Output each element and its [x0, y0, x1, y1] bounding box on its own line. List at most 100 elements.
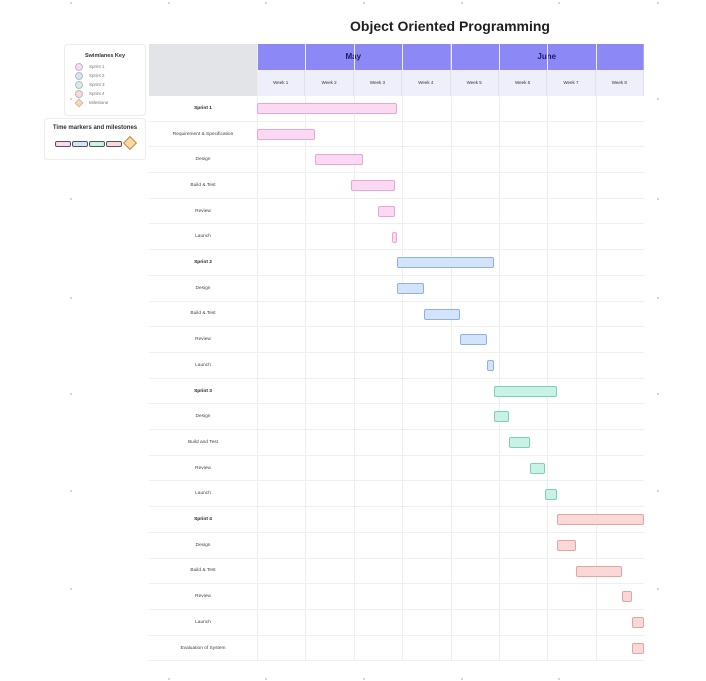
- task-bar[interactable]: [494, 385, 557, 397]
- key-item-label: Sprint 3: [89, 82, 105, 88]
- task-label: Design: [195, 542, 211, 548]
- task-label: Review: [195, 594, 211, 600]
- week-header: Week 3: [353, 70, 403, 96]
- task-label: Review: [195, 208, 211, 214]
- key-item-label: Sprint 2: [89, 73, 105, 79]
- task-bar[interactable]: [377, 205, 395, 217]
- week-header: Week 5: [450, 70, 499, 96]
- task-label: Evaluation of System: [180, 645, 226, 651]
- task-row: Launch: [149, 610, 644, 636]
- week-header: Week 4: [402, 70, 451, 96]
- canvas-dot: [363, 678, 365, 680]
- chart-title: Object Oriented Programming: [350, 18, 550, 34]
- canvas-dot: [265, 678, 267, 680]
- task-bar[interactable]: [397, 257, 495, 269]
- canvas-dot: [657, 393, 659, 395]
- canvas-dot: [461, 678, 463, 680]
- task-label: Sprint 4: [194, 517, 212, 523]
- canvas-dot: [657, 490, 659, 492]
- key-item-label: Milestone: [89, 100, 109, 106]
- swimlane-color-icon: [75, 81, 83, 89]
- time-markers-panel: Time markers and milestones: [44, 118, 146, 160]
- canvas-dot: [70, 393, 72, 395]
- swimlane-color-icon: [75, 90, 83, 98]
- canvas-dot: [657, 98, 659, 100]
- task-label: Design: [195, 414, 211, 420]
- canvas-dot: [657, 2, 659, 4]
- task-bar[interactable]: [622, 591, 632, 603]
- task-row: Design: [149, 147, 644, 174]
- task-row: Launch: [149, 482, 644, 508]
- task-bar[interactable]: [508, 437, 531, 449]
- task-bar[interactable]: [315, 154, 364, 166]
- task-label: Design: [195, 157, 211, 163]
- task-row: Review: [149, 327, 644, 353]
- week-header: Week 2: [305, 70, 354, 96]
- task-bar[interactable]: [530, 462, 545, 474]
- swimlane-color-icon: [75, 72, 83, 80]
- canvas-dot: [657, 198, 659, 200]
- canvas-dot: [70, 588, 72, 590]
- task-row: Build & Test: [149, 302, 644, 328]
- task-bar[interactable]: [257, 103, 398, 114]
- time-marker-bar[interactable]: [106, 141, 122, 147]
- canvas-dot: [168, 678, 170, 680]
- task-bar[interactable]: [576, 565, 623, 577]
- canvas-dot: [70, 297, 72, 299]
- canvas-dot: [558, 678, 560, 680]
- canvas-dot: [70, 2, 72, 4]
- task-row: Review: [149, 456, 644, 482]
- task-bar[interactable]: [351, 180, 395, 192]
- task-row: Build & Test: [149, 559, 644, 585]
- time-markers-title: Time markers and milestones: [52, 125, 138, 131]
- key-item: Sprint 3: [75, 81, 105, 89]
- task-label: Sprint 1: [194, 105, 212, 111]
- task-bar[interactable]: [460, 334, 487, 346]
- task-label: Sprint 3: [194, 388, 212, 394]
- task-row: Sprint 3: [149, 379, 644, 405]
- task-row: Build and Test: [149, 430, 644, 456]
- task-row: Design: [149, 404, 644, 431]
- key-title: Swimlanes Key: [84, 53, 126, 59]
- task-label: Launch: [195, 619, 211, 625]
- milestone-diamond-icon[interactable]: [122, 135, 138, 151]
- task-bar[interactable]: [494, 411, 509, 423]
- task-label: Review: [195, 465, 211, 471]
- task-bar[interactable]: [556, 539, 577, 551]
- task-bar[interactable]: [392, 231, 398, 243]
- key-item: Milestone: [74, 98, 109, 108]
- task-bar[interactable]: [486, 360, 495, 371]
- task-label: Build & Test: [190, 182, 216, 188]
- canvas-dot: [70, 198, 72, 200]
- canvas-dot: [70, 98, 72, 100]
- canvas-dot: [168, 2, 170, 4]
- week-header: Week 6: [498, 70, 548, 96]
- task-label: Requirement & Specification: [172, 131, 234, 137]
- week-header: Week 8: [595, 70, 644, 96]
- task-bar[interactable]: [631, 642, 644, 654]
- canvas-dot: [558, 2, 560, 4]
- time-marker-bar[interactable]: [89, 141, 105, 147]
- task-label: Review: [195, 337, 211, 343]
- task-label: Build & Test: [190, 568, 216, 574]
- task-bar[interactable]: [556, 514, 644, 526]
- milestone-key-icon: [74, 98, 84, 108]
- canvas-dot: [265, 2, 267, 4]
- task-bar[interactable]: [423, 308, 461, 320]
- task-label: Build and Test: [187, 439, 219, 445]
- swimlane-color-icon: [75, 63, 83, 71]
- swimlanes-key: Swimlanes Key Sprint 1 Sprint 2 Sprint 3 Sp…: [64, 44, 146, 116]
- task-row: Launch: [149, 353, 644, 379]
- key-item: Sprint 2: [75, 72, 105, 80]
- week-header: Week 7: [547, 70, 596, 96]
- task-bar[interactable]: [631, 617, 644, 628]
- header-blank-cell: [149, 44, 257, 96]
- task-label: Build & Test: [190, 311, 216, 317]
- task-bar[interactable]: [257, 128, 316, 140]
- time-marker-bar[interactable]: [72, 141, 88, 147]
- key-item: Sprint 4: [75, 90, 105, 98]
- time-marker-bar[interactable]: [55, 141, 71, 147]
- task-bar[interactable]: [544, 488, 557, 500]
- task-bar[interactable]: [397, 282, 424, 294]
- canvas-dot: [70, 490, 72, 492]
